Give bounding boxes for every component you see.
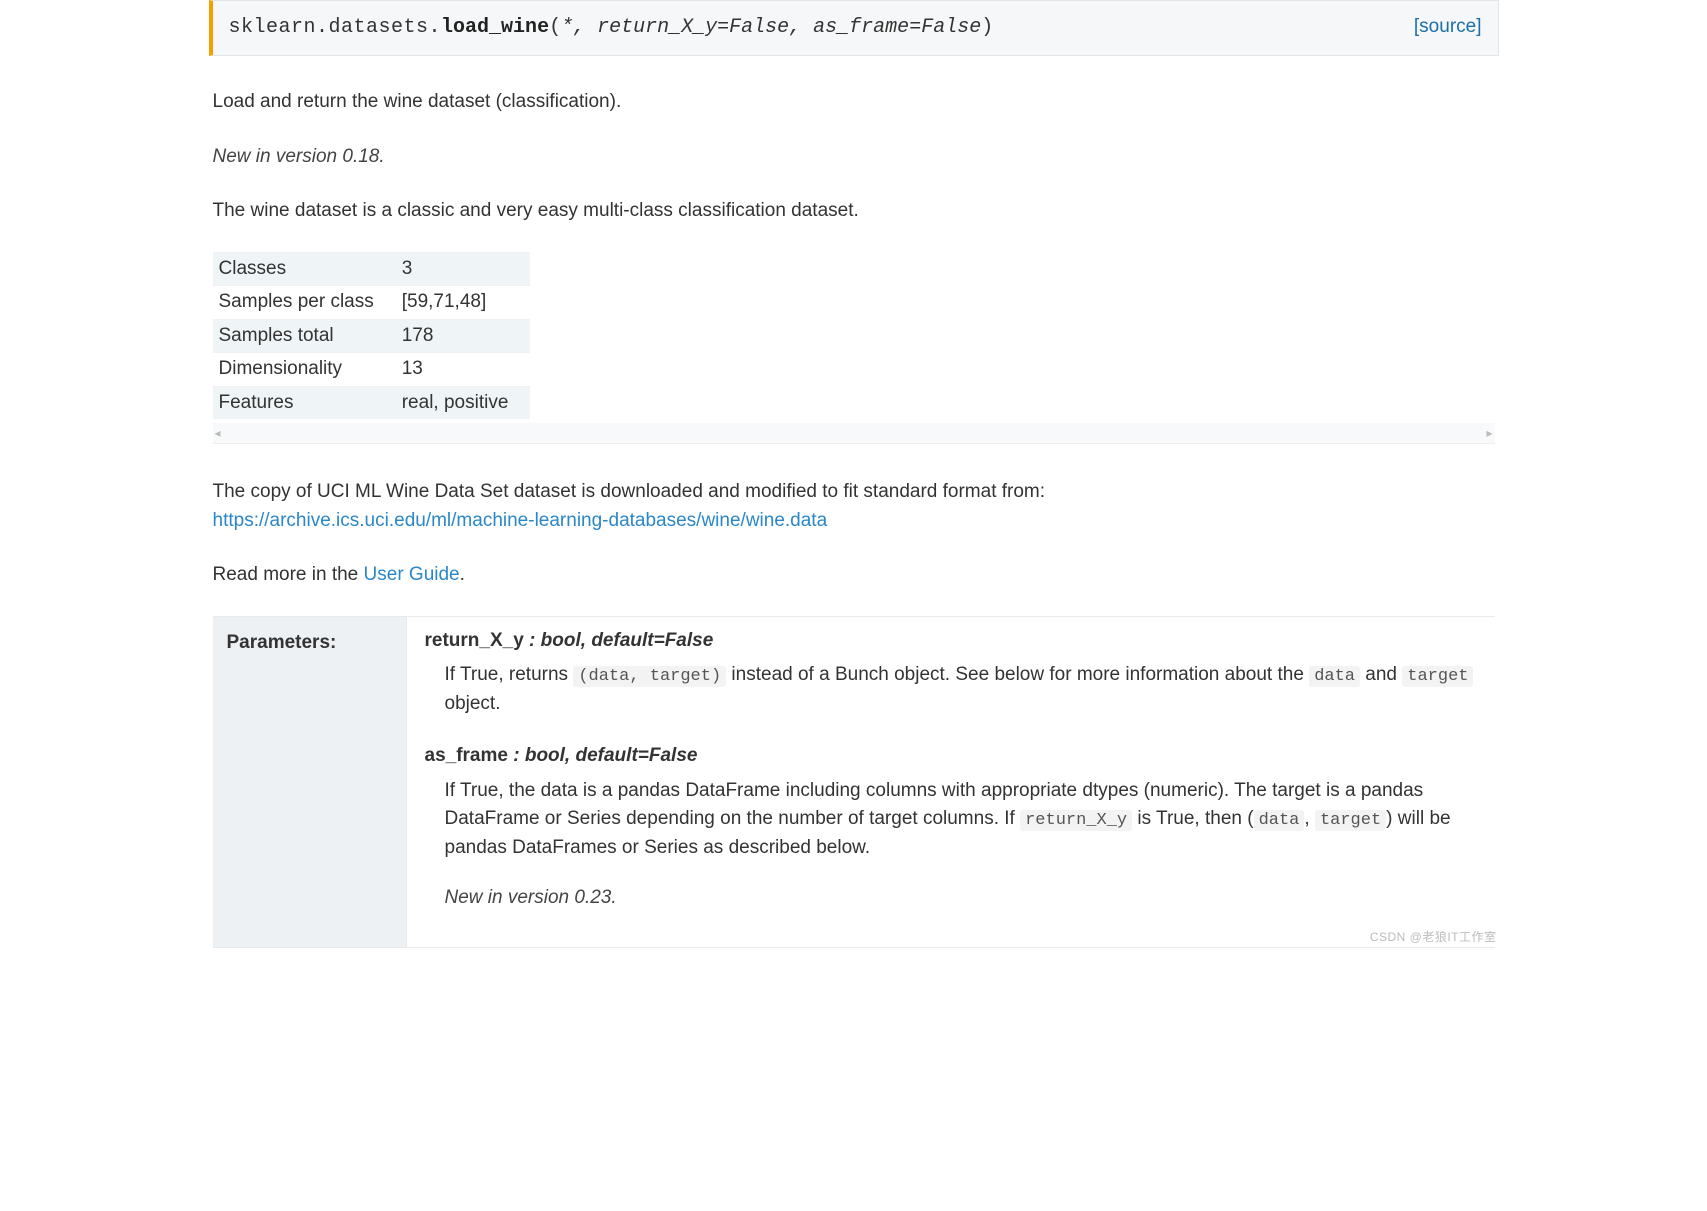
meta-val: [59,71,48] — [396, 286, 531, 320]
version-added: New in version 0.23. — [445, 884, 1477, 913]
dataset-meta-table: Classes3 Samples per class[59,71,48] Sam… — [213, 252, 531, 420]
meta-val: 13 — [396, 353, 531, 387]
classic-paragraph: The wine dataset is a classic and very e… — [213, 197, 1495, 226]
code-literal: target — [1402, 666, 1473, 687]
paren-open: ( — [549, 16, 561, 39]
meta-key: Classes — [213, 252, 396, 286]
dataset-source-link[interactable]: https://archive.ics.uci.edu/ml/machine-l… — [213, 510, 828, 531]
meta-val: 178 — [396, 319, 531, 353]
table-row: Classes3 — [213, 252, 531, 286]
copy-pre: The copy of UCI ML Wine Data Set dataset… — [213, 481, 1046, 502]
scroll-left-icon[interactable]: ◂ — [215, 424, 221, 442]
parameters-body: return_X_y : bool, default=False If True… — [407, 617, 1495, 947]
table-row: Featuresreal, positive — [213, 386, 531, 419]
code-literal: (data, target) — [573, 666, 726, 687]
user-guide-link[interactable]: User Guide — [364, 564, 460, 585]
parameters-label: Parameters: — [213, 617, 407, 947]
table-row: Dimensionality13 — [213, 353, 531, 387]
meta-key: Samples per class — [213, 286, 396, 320]
param-as-frame: as_frame=False — [813, 16, 981, 39]
param-return-x-y: return_X_y : bool, default=False If True… — [425, 627, 1477, 719]
code-literal: target — [1315, 810, 1386, 831]
read-more-pre: Read more in the — [213, 564, 364, 585]
parameters-block: Parameters: return_X_y : bool, default=F… — [213, 616, 1495, 948]
read-more: Read more in the User Guide. — [213, 561, 1495, 590]
horizontal-scrollbar[interactable]: ◂ ▸ — [213, 423, 1495, 444]
signature-text: sklearn.datasets.load_wine(*, return_X_y… — [229, 11, 1414, 43]
table-row: Samples per class[59,71,48] — [213, 286, 531, 320]
code-literal: data — [1254, 810, 1305, 831]
function-name: load_wine — [441, 16, 549, 39]
param-classifier: : bool, default=False — [508, 745, 698, 766]
param-return-x-y: return_X_y=False — [597, 16, 789, 39]
source-link[interactable]: [source] — [1414, 13, 1482, 42]
meta-val: real, positive — [396, 386, 531, 419]
meta-key: Dimensionality — [213, 353, 396, 387]
param-name: as_frame — [425, 745, 508, 766]
module-path: sklearn.datasets. — [229, 16, 442, 39]
param-classifier: : bool, default=False — [524, 630, 714, 651]
meta-key: Features — [213, 386, 396, 419]
sep: , — [573, 16, 597, 39]
meta-val: 3 — [396, 252, 531, 286]
scroll-right-icon[interactable]: ▸ — [1486, 424, 1492, 442]
paren-close: ) — [981, 16, 993, 39]
param-description: If True, the data is a pandas DataFrame … — [445, 777, 1477, 913]
read-more-post: . — [460, 564, 465, 585]
code-literal: data — [1309, 666, 1360, 687]
lead-paragraph: Load and return the wine dataset (classi… — [213, 88, 1495, 117]
sep: , — [789, 16, 813, 39]
copy-paragraph: The copy of UCI ML Wine Data Set dataset… — [213, 478, 1495, 535]
param-as-frame: as_frame : bool, default=False If True, … — [425, 742, 1477, 913]
star: * — [561, 16, 573, 39]
signature-bar: sklearn.datasets.load_wine(*, return_X_y… — [209, 0, 1499, 56]
version-added: New in version 0.18. — [213, 143, 1495, 172]
code-literal: return_X_y — [1020, 810, 1132, 831]
meta-key: Samples total — [213, 319, 396, 353]
table-row: Samples total178 — [213, 319, 531, 353]
param-name: return_X_y — [425, 630, 524, 651]
param-description: If True, returns (data, target) instead … — [445, 661, 1477, 718]
